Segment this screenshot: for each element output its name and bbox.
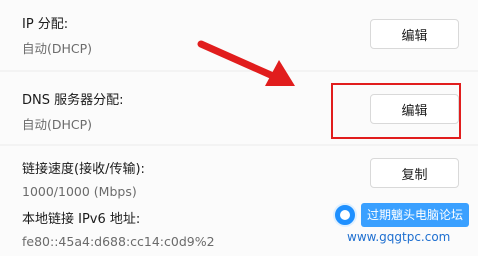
annotation-arrow [197,40,295,86]
link-speed-value: 1000/1000 (Mbps) [22,184,137,199]
watermark: 过期魑头电脑论坛 www.gqgtpc.com [331,200,476,256]
copy-button[interactable]: 复制 [370,158,459,188]
ipv6-value: fe80::45a4:d688:cc14:c0d9%2 [22,234,215,249]
dns-assignment-value: 自动(DHCP) [22,117,93,132]
ip-assignment-label: IP 分配: [22,17,69,32]
watermark-title: 过期魑头电脑论坛 [361,203,470,227]
ip-assignment-value: 自动(DHCP) [22,41,93,56]
ip-edit-button[interactable]: 编辑 [370,19,459,49]
link-speed-label: 链接速度(接收/传输): [22,162,145,177]
dns-edit-highlight-box [331,83,461,139]
watermark-logo-icon [333,203,357,227]
ipv6-label: 本地链接 IPv6 地址: [22,212,141,227]
dns-assignment-label: DNS 服务器分配: [22,93,124,108]
watermark-url: www.gqgtpc.com [347,230,451,244]
